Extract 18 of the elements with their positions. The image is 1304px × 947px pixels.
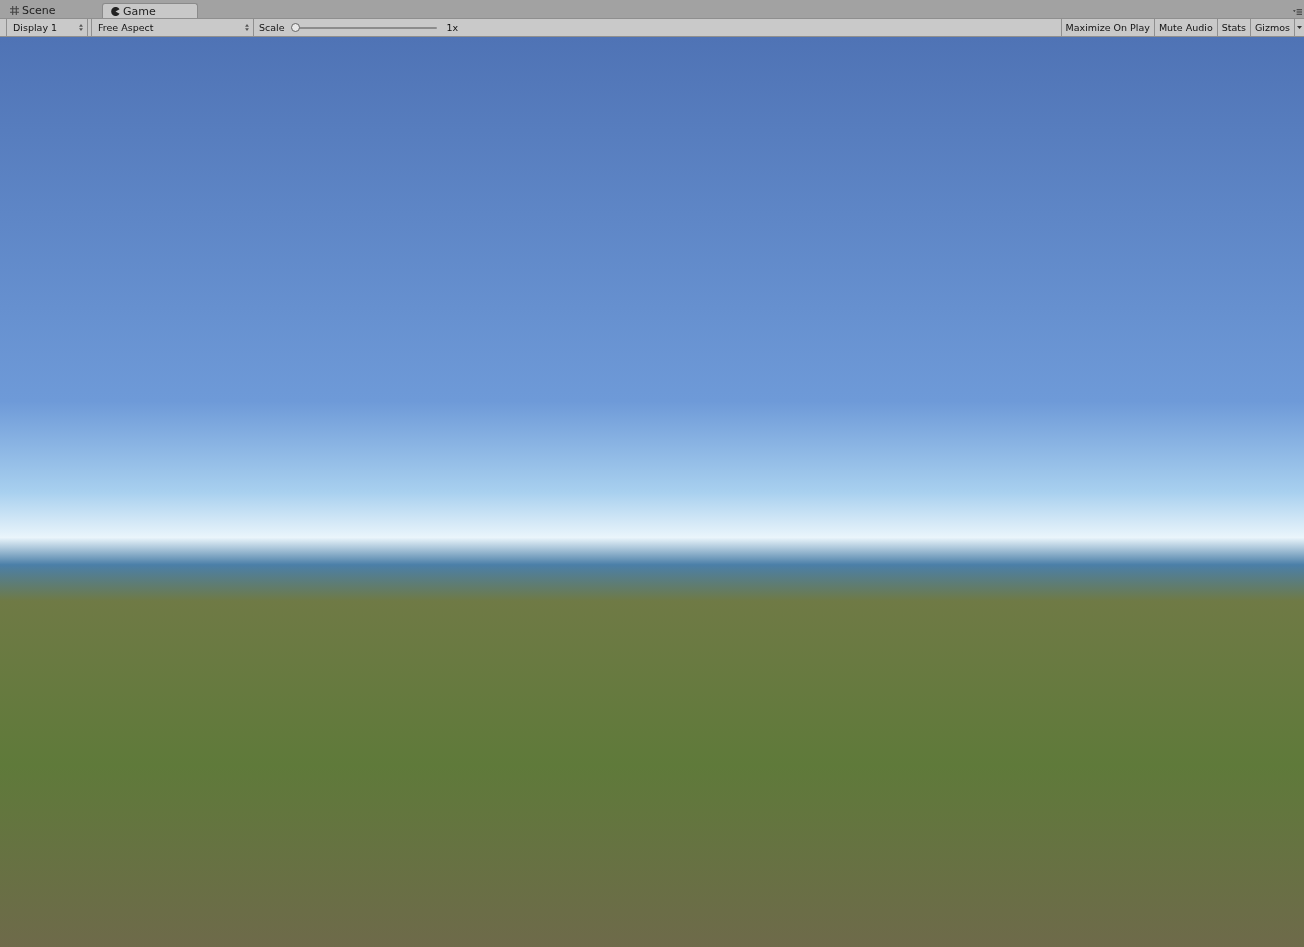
toggle-button[interactable]: Gizmos xyxy=(1250,19,1294,36)
caret-icon xyxy=(1297,26,1302,29)
tab[interactable]: Game xyxy=(102,3,198,18)
dropdown-button[interactable] xyxy=(1294,19,1304,36)
tab[interactable]: Scene xyxy=(4,3,100,18)
scale-label: Scale xyxy=(259,22,285,33)
pacman-icon xyxy=(111,6,120,16)
toggle-button[interactable]: Stats xyxy=(1216,19,1250,36)
up-down-caret-icon xyxy=(79,24,83,31)
aspect-dropdown[interactable]: Free Aspect xyxy=(91,19,254,36)
scale-slider[interactable] xyxy=(290,26,437,29)
grid-icon xyxy=(10,6,19,15)
up-down-caret-icon xyxy=(245,24,249,31)
scale-value: 1x xyxy=(446,22,459,33)
panel-menu-icon[interactable] xyxy=(1293,9,1302,15)
display-dropdown[interactable]: Display 1 xyxy=(6,19,88,36)
toggle-button[interactable]: Mute Audio xyxy=(1153,19,1217,36)
toggle-button[interactable]: Maximize On Play xyxy=(1060,19,1154,36)
